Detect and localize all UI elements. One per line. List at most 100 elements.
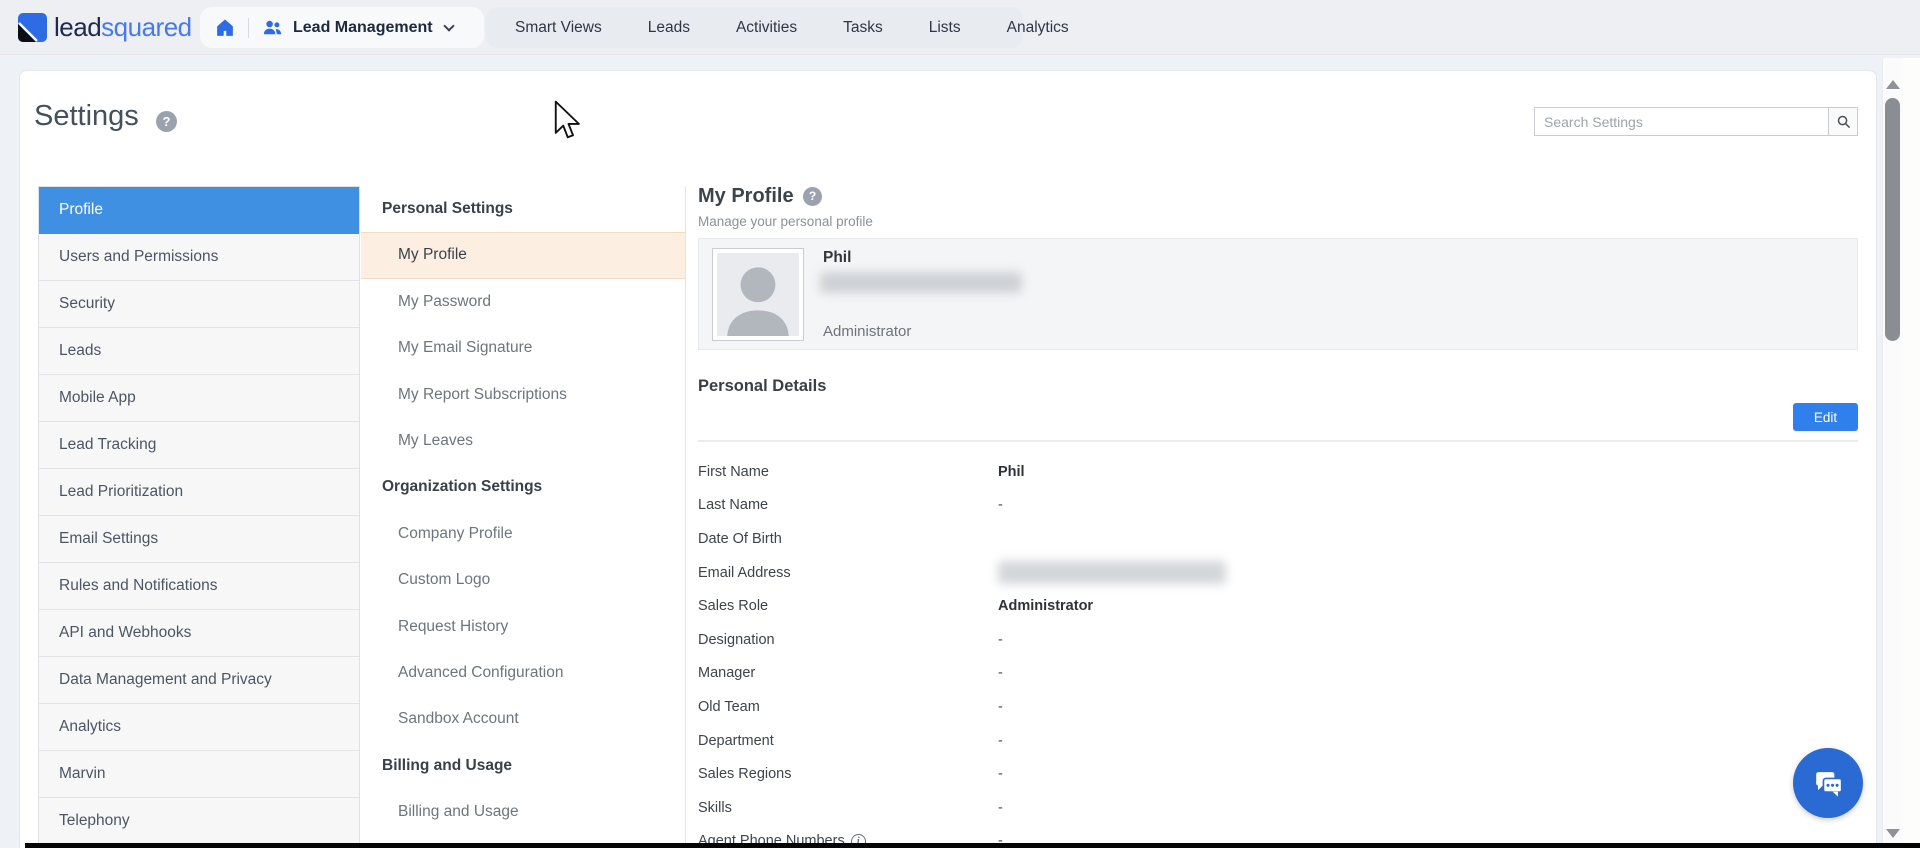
- field-label: Sales Role: [698, 598, 769, 615]
- sidebar-item-telephony[interactable]: Telephony: [39, 798, 359, 845]
- profile-photo-placeholder[interactable]: [712, 248, 804, 341]
- submenu-item-company-profile[interactable]: Company Profile: [361, 511, 685, 557]
- sidebar-item-profile[interactable]: Profile: [39, 187, 359, 234]
- magnifier-icon: [1837, 115, 1850, 128]
- field-label: Date Of Birth: [698, 530, 782, 547]
- sidebar-item-security[interactable]: Security: [39, 281, 359, 328]
- field-value: Phil: [998, 463, 1025, 480]
- sidebar-item-rules-and-notifications[interactable]: Rules and Notifications: [39, 563, 359, 610]
- field-value: -: [998, 665, 1003, 682]
- profile-name: Phil: [823, 249, 852, 266]
- nav-item-smart-views[interactable]: Smart Views: [492, 7, 625, 48]
- field-value: -: [998, 766, 1003, 783]
- field-label: Old Team: [698, 698, 760, 715]
- field-label: Skills: [698, 799, 732, 816]
- field-label: Manager: [698, 665, 756, 682]
- sidebar-item-users-and-permissions[interactable]: Users and Permissions: [39, 234, 359, 281]
- field-row-skills: Skills -: [698, 791, 1858, 825]
- sidebar-item-mobile-app[interactable]: Mobile App: [39, 375, 359, 422]
- chat-support-button[interactable]: [1793, 748, 1863, 818]
- section-subheading: Manage your personal profile: [698, 214, 873, 229]
- leadsquared-logo-icon: [18, 13, 47, 42]
- settings-help-icon[interactable]: ?: [156, 111, 177, 132]
- chevron-down-icon: [442, 19, 455, 32]
- edit-button[interactable]: Edit: [1793, 403, 1858, 431]
- sidebar-item-data-management-and-privacy[interactable]: Data Management and Privacy: [39, 657, 359, 704]
- home-icon[interactable]: [214, 17, 236, 39]
- field-value: -: [998, 732, 1003, 749]
- sidebar-item-leads[interactable]: Leads: [39, 328, 359, 375]
- submenu-item-my-email-signature[interactable]: My Email Signature: [361, 325, 685, 371]
- submenu-item-my-profile[interactable]: My Profile: [361, 232, 685, 279]
- sidebar-item-analytics[interactable]: Analytics: [39, 704, 359, 751]
- workspace-switcher[interactable]: Lead Management: [261, 16, 455, 39]
- field-row-first-name: First Name Phil: [698, 455, 1858, 489]
- field-row-sales-regions: Sales Regions -: [698, 757, 1858, 791]
- submenu-item-custom-logo[interactable]: Custom Logo: [361, 557, 685, 603]
- field-row-designation: Designation -: [698, 623, 1858, 657]
- settings-submenu: Personal Settings My Profile My Password My…: [361, 186, 686, 848]
- section-heading: My Profile: [698, 185, 794, 207]
- nav-item-leads[interactable]: Leads: [625, 7, 713, 48]
- field-row-email-address: Email Address: [698, 556, 1858, 590]
- field-label: Department: [698, 732, 774, 749]
- nav-item-lists[interactable]: Lists: [906, 7, 984, 48]
- primary-nav: Smart Views Leads Activities Tasks Lists Anal…: [486, 7, 1069, 48]
- scrollbar-thumb[interactable]: [1885, 98, 1900, 341]
- field-label: Email Address: [698, 564, 791, 581]
- field-row-department: Department -: [698, 724, 1858, 758]
- submenu-item-billing-and-usage[interactable]: Billing and Usage: [361, 789, 685, 835]
- scroll-up-icon[interactable]: [1886, 80, 1900, 89]
- leadsquared-logo[interactable]: leadsquared: [18, 13, 192, 42]
- nav-item-tasks[interactable]: Tasks: [820, 7, 906, 48]
- field-label: Designation: [698, 631, 775, 648]
- sidebar-item-marvin[interactable]: Marvin: [39, 751, 359, 798]
- submenu-item-my-password[interactable]: My Password: [361, 279, 685, 325]
- field-value: -: [998, 799, 1003, 816]
- personal-details-title: Personal Details: [698, 377, 827, 395]
- settings-sidebar: Profile Users and Permissions Security Lead…: [38, 186, 360, 845]
- search-settings-input[interactable]: [1534, 107, 1828, 136]
- divider: [698, 440, 1858, 442]
- field-row-old-team: Old Team -: [698, 690, 1858, 724]
- field-row-manager: Manager -: [698, 657, 1858, 691]
- users-icon: [263, 20, 282, 35]
- vertical-scrollbar[interactable]: [1882, 58, 1903, 848]
- page-title: Settings: [34, 100, 139, 132]
- personal-details-fields: First Name Phil Last Name - Date Of Birth Ema…: [698, 455, 1858, 848]
- nav-item-activities[interactable]: Activities: [713, 7, 820, 48]
- divider: [248, 17, 249, 38]
- submenu-item-request-history[interactable]: Request History: [361, 604, 685, 650]
- field-value: -: [998, 631, 1003, 648]
- my-profile-help-icon[interactable]: ?: [803, 187, 822, 206]
- submenu-header-billing-and-usage: Billing and Usage: [382, 756, 513, 774]
- sidebar-item-api-and-webhooks[interactable]: API and Webhooks: [39, 610, 359, 657]
- field-label: Sales Regions: [698, 766, 792, 783]
- submenu-header-personal-settings: Personal Settings: [382, 200, 513, 217]
- sidebar-item-lead-prioritization[interactable]: Lead Prioritization: [39, 469, 359, 516]
- field-label: First Name: [698, 463, 769, 480]
- field-row-sales-role: Sales Role Administrator: [698, 589, 1858, 623]
- scroll-down-icon[interactable]: [1886, 829, 1900, 838]
- submenu-item-my-leaves[interactable]: My Leaves: [361, 418, 685, 464]
- profile-summary-card: Phil Administrator: [698, 238, 1858, 350]
- workspace-label: Lead Management: [293, 18, 433, 36]
- bottom-strip: [25, 843, 1920, 848]
- field-label: Last Name: [698, 497, 769, 514]
- sidebar-item-lead-tracking[interactable]: Lead Tracking: [39, 422, 359, 469]
- field-value: -: [998, 497, 1003, 514]
- search-settings-button[interactable]: [1828, 107, 1858, 136]
- leadsquared-settings-page: { "colors": { "accent_blue": "#2d6ce5", …: [0, 0, 1920, 848]
- nav-item-analytics[interactable]: Analytics: [984, 7, 1092, 48]
- top-nav-bar: leadsquared Lead Management Smart Views L…: [0, 0, 1920, 55]
- profile-role: Administrator: [823, 323, 912, 340]
- submenu-item-advanced-configuration[interactable]: Advanced Configuration: [361, 650, 685, 696]
- submenu-item-sandbox-account[interactable]: Sandbox Account: [361, 696, 685, 742]
- sidebar-item-email-settings[interactable]: Email Settings: [39, 516, 359, 563]
- submenu-item-my-report-subscriptions[interactable]: My Report Subscriptions: [361, 372, 685, 418]
- settings-search: [1534, 107, 1858, 136]
- field-row-last-name: Last Name -: [698, 489, 1858, 523]
- right-gutter: [1903, 58, 1920, 848]
- field-value-redacted: [998, 561, 1226, 585]
- leadsquared-logo-text: leadsquared: [54, 12, 192, 42]
